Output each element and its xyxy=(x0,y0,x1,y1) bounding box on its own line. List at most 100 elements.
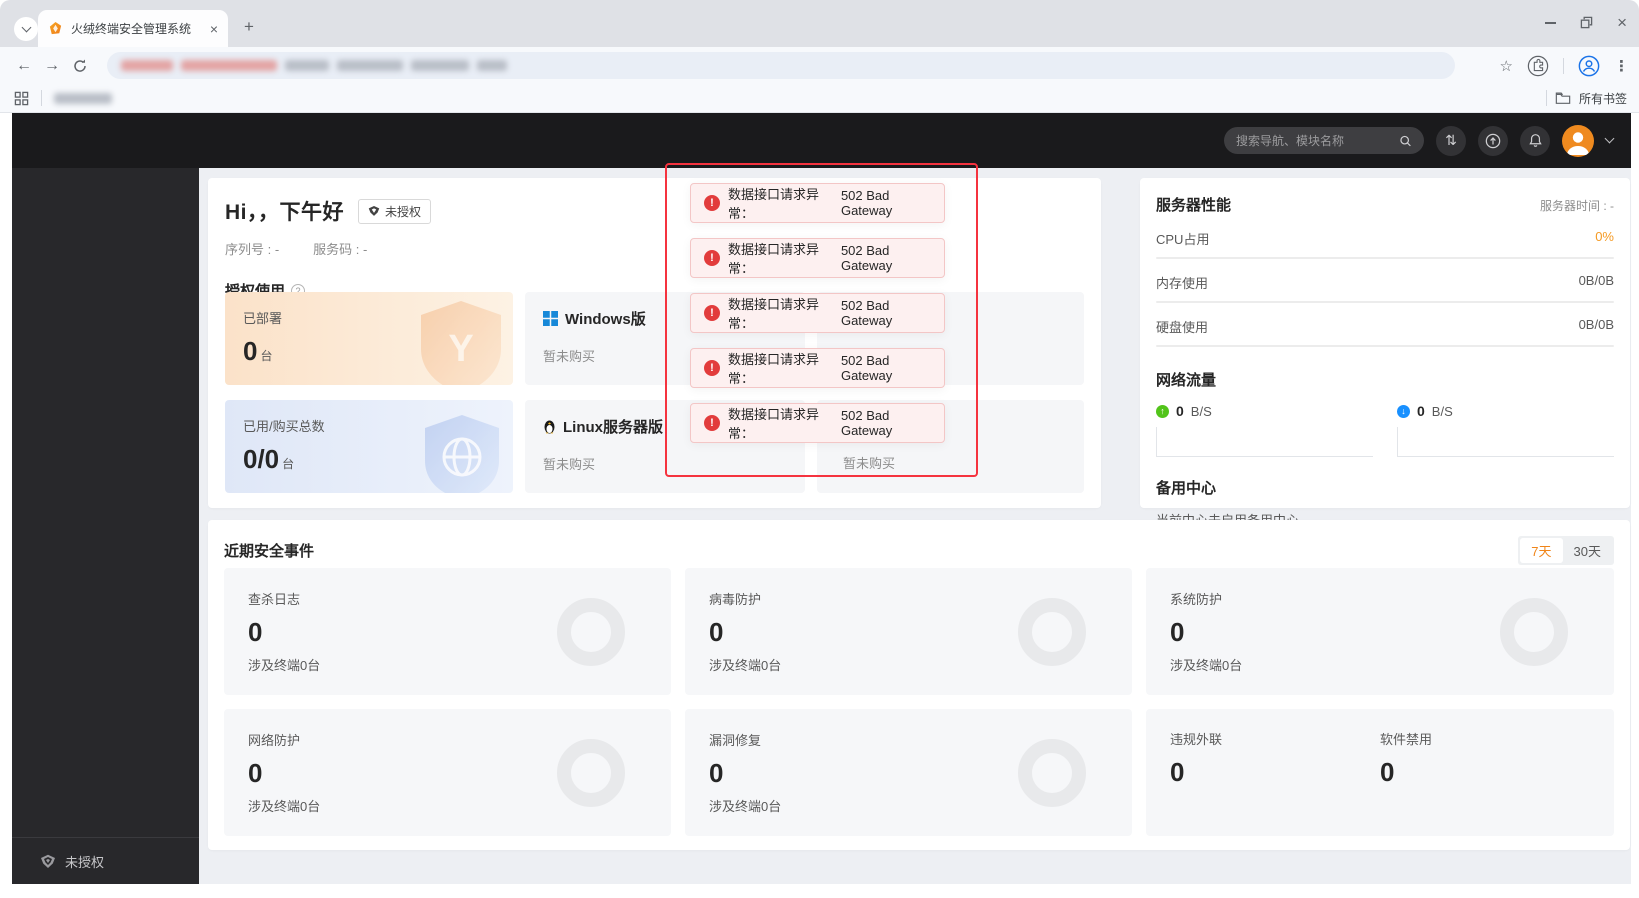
windows-logo-icon xyxy=(543,311,558,326)
search-input[interactable] xyxy=(1236,133,1391,148)
forward-button[interactable]: → xyxy=(38,57,66,75)
upload-arrow-icon: ↑ xyxy=(1156,404,1169,418)
toast-message: 数据接口请求异常： xyxy=(728,297,820,331)
toast-error-code: 502 Bad Gateway xyxy=(840,408,893,438)
toast-message: 数据接口请求异常： xyxy=(728,242,820,276)
search-icon[interactable] xyxy=(1399,134,1412,148)
toast-message: 数据接口请求异常： xyxy=(728,352,820,386)
traffic-title: 网络流量 xyxy=(1156,372,1217,389)
tab-close-icon[interactable]: × xyxy=(210,22,218,36)
redacted-url-segment xyxy=(121,60,173,71)
divider xyxy=(1545,90,1547,106)
redacted-url-segment xyxy=(181,60,277,71)
divider xyxy=(1563,57,1564,74)
used-total-unit: 台 xyxy=(282,457,295,471)
toast-error-code: 502 Bad Gateway xyxy=(840,353,893,383)
redacted-bookmark[interactable] xyxy=(54,92,112,104)
redacted-url-segment xyxy=(285,60,329,71)
event-card-misc[interactable]: 违规外联 0 软件禁用 0 xyxy=(1146,709,1614,836)
recent-events-panel: 近期安全事件 7天 30天 查杀日志 0 涉及终端0台 病毒防护 0 涉及终端0… xyxy=(208,520,1630,850)
event-card-vuln-fix[interactable]: 漏洞修复 0 涉及终端0台 xyxy=(685,709,1132,836)
license-status-footer[interactable]: 未授权 xyxy=(12,837,199,884)
redacted-url-segment xyxy=(337,60,403,71)
upload-sparkline xyxy=(1156,427,1373,457)
extensions-icon[interactable] xyxy=(1527,55,1549,77)
linux-edition-label: Linux服务器版 xyxy=(563,419,663,436)
upgrade-cloud-icon[interactable] xyxy=(1478,125,1508,156)
range-30d-tab[interactable]: 30天 xyxy=(1563,538,1612,563)
browser-menu-icon[interactable]: ⋮ xyxy=(1614,57,1629,75)
svg-text:Y: Y xyxy=(448,328,473,370)
upload-value: 0 xyxy=(1176,403,1184,419)
memory-metric: 内存使用 0B/0B xyxy=(1156,273,1614,303)
bookmark-star-icon[interactable]: ☆ xyxy=(1500,57,1513,75)
upload-traffic: ↑ 0 B/S xyxy=(1156,403,1373,457)
event-card-virus-protection[interactable]: 病毒防护 0 涉及终端0台 xyxy=(685,568,1132,695)
deployed-card: 已部署 0台 Y xyxy=(225,292,513,385)
all-bookmarks-label[interactable]: 所有书签 xyxy=(1579,90,1627,107)
error-icon: ! xyxy=(704,415,720,431)
donut-chart xyxy=(1018,597,1086,666)
license-overview-panel: Hi，，下午好 未授权 序列号 : - 服务码 : - 授权使用 ? 已部署 0… xyxy=(208,178,1101,508)
license-shield-icon xyxy=(41,854,55,868)
divider xyxy=(41,90,42,106)
event-value: 0 xyxy=(1380,757,1395,787)
date-range-toggle: 7天 30天 xyxy=(1518,536,1614,565)
linux-logo-icon xyxy=(544,420,555,434)
toast-error-code: 502 Bad Gateway xyxy=(840,298,893,328)
error-toast: ! 数据接口请求异常： 502 Bad Gateway xyxy=(690,293,945,333)
event-label: 违规外联 xyxy=(1170,732,1223,747)
notifications-bell-icon[interactable] xyxy=(1520,125,1550,156)
external-violation-stat: 违规外联 0 xyxy=(1170,729,1380,815)
reload-button[interactable] xyxy=(66,58,94,74)
deployed-unit: 台 xyxy=(260,349,273,363)
event-card-scan-log[interactable]: 查杀日志 0 涉及终端0台 xyxy=(224,568,671,695)
window-minimize-button[interactable] xyxy=(1545,21,1557,24)
used-total-value: 0/0 xyxy=(243,444,280,474)
backup-center-title: 备用中心 xyxy=(1156,480,1217,497)
user-avatar[interactable] xyxy=(1562,124,1594,157)
software-block-stat: 软件禁用 0 xyxy=(1380,729,1590,815)
redacted-url-segment xyxy=(477,60,507,71)
tab-search-button[interactable] xyxy=(14,17,38,41)
event-card-network-protection[interactable]: 网络防护 0 涉及终端0台 xyxy=(224,709,671,836)
toast-error-code: 502 Bad Gateway xyxy=(840,188,893,218)
window-close-button[interactable]: × xyxy=(1617,14,1627,31)
redacted-url-segment xyxy=(411,60,469,71)
disk-label: 硬盘使用 xyxy=(1156,320,1209,335)
new-tab-button[interactable]: + xyxy=(236,14,262,40)
huorong-favicon xyxy=(49,21,62,35)
account-chevron-down-icon[interactable] xyxy=(1604,133,1615,144)
browser-tab[interactable]: 火绒终端安全管理系统 × xyxy=(38,10,228,47)
chevron-down-icon xyxy=(21,22,31,33)
sidebar-nav: 未授权 xyxy=(12,168,199,884)
window-restore-button[interactable] xyxy=(1580,16,1593,29)
disk-metric: 硬盘使用 0B/0B xyxy=(1156,317,1614,347)
error-toast: ! 数据接口请求异常： 502 Bad Gateway xyxy=(690,348,945,388)
address-bar[interactable] xyxy=(107,52,1455,79)
range-7d-tab[interactable]: 7天 xyxy=(1520,538,1563,563)
server-time: 服务器时间 : - xyxy=(1540,199,1614,213)
apps-grid-icon[interactable] xyxy=(14,91,29,106)
license-badge[interactable]: 未授权 xyxy=(358,198,432,224)
download-traffic: ↓ 0 B/S xyxy=(1397,403,1614,457)
event-label: 软件禁用 xyxy=(1380,732,1433,747)
license-badge-label: 未授权 xyxy=(385,204,422,219)
toast-error-code: 502 Bad Gateway xyxy=(840,243,893,273)
download-unit: B/S xyxy=(1431,403,1453,419)
serial-number: 序列号 : - xyxy=(225,242,280,257)
traffic-sort-icon[interactable]: ⇅ xyxy=(1436,125,1466,156)
module-search[interactable] xyxy=(1224,127,1424,154)
upload-unit: B/S xyxy=(1190,403,1212,419)
tab-title: 火绒终端安全管理系统 xyxy=(71,22,192,36)
back-button[interactable]: ← xyxy=(10,57,38,75)
badge-shield-icon xyxy=(368,205,380,216)
profile-icon[interactable] xyxy=(1578,55,1600,77)
server-panel-title: 服务器性能 xyxy=(1156,197,1232,214)
app-header: ⇅ xyxy=(12,113,1631,168)
event-card-system-protection[interactable]: 系统防护 0 涉及终端0台 xyxy=(1146,568,1614,695)
server-performance-panel: 服务器性能 服务器时间 : - CPU占用 0% 内存使用 0B/0B 硬盘使用 0B… xyxy=(1140,178,1630,528)
globe-shield-watermark-icon xyxy=(425,415,499,493)
error-icon: ! xyxy=(704,195,720,211)
cpu-value: 0% xyxy=(1595,229,1614,244)
